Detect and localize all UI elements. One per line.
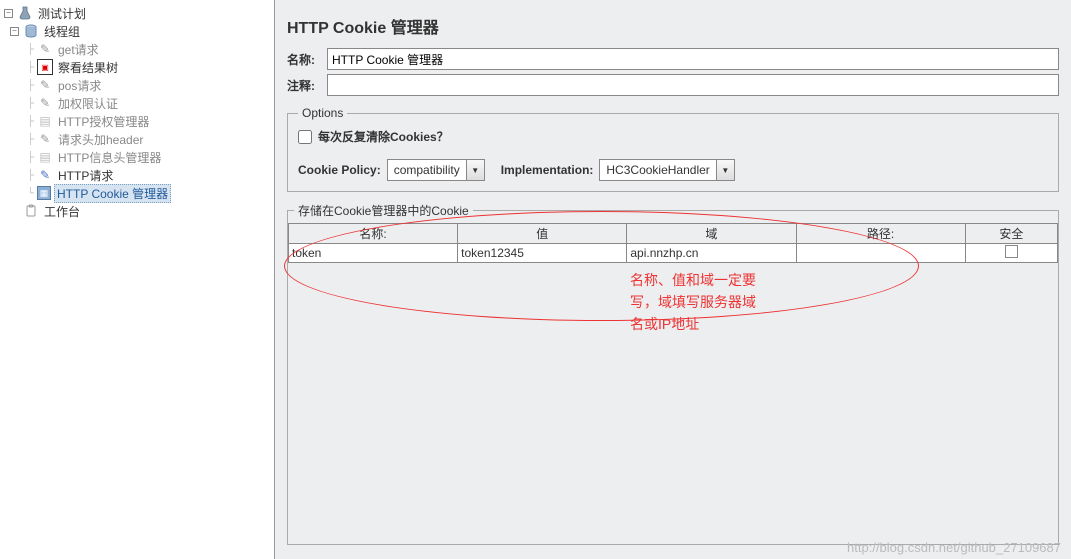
clipboard-icon — [23, 203, 39, 219]
tree-item-auth[interactable]: ├ ✎ 加权限认证 — [0, 94, 274, 112]
config-icon: ▤ — [37, 149, 53, 165]
tree-line: ├ — [24, 62, 37, 73]
tree-line: └ — [24, 188, 37, 199]
tree-line: ├ — [24, 116, 37, 127]
clear-cookies-checkbox[interactable] — [298, 130, 312, 144]
tree-item-get[interactable]: ├ ✎ get请求 — [0, 40, 274, 58]
tree-line: ├ — [24, 44, 37, 55]
eyedropper-icon: ✎ — [37, 95, 53, 111]
config-icon: ▤ — [37, 113, 53, 129]
col-value[interactable]: 值 — [458, 224, 627, 244]
tree-item-label: HTTP授权管理器 — [56, 113, 151, 130]
tree-root[interactable]: − 测试计划 — [0, 4, 274, 22]
collapse-icon[interactable]: − — [10, 27, 19, 36]
cookie-icon: ▦ — [37, 186, 51, 200]
chevron-down-icon[interactable]: ▼ — [466, 160, 484, 180]
tree-item-label: HTTP请求 — [56, 167, 115, 184]
tree-item-http-auth[interactable]: ├ ▤ HTTP授权管理器 — [0, 112, 274, 130]
tree-line: ├ — [24, 98, 37, 109]
tree-root-label: 测试计划 — [36, 5, 88, 22]
tree-line: ├ — [24, 80, 37, 91]
cell-name[interactable]: token — [289, 244, 458, 263]
cookie-policy-value: compatibility — [388, 163, 466, 177]
cell-domain[interactable]: api.nnzhp.cn — [627, 244, 796, 263]
options-fieldset: Options 每次反复清除Cookies？ Cookie Policy: co… — [287, 106, 1059, 192]
tree-thread-group[interactable]: − 线程组 — [0, 22, 274, 40]
storage-fieldset: 存储在Cookie管理器中的Cookie 名称: 值 域 路径: 安全 toke… — [287, 202, 1059, 545]
tree-item-label: get请求 — [56, 41, 101, 58]
tree-workbench-label: 工作台 — [42, 203, 82, 220]
eyedropper-icon: ✎ — [37, 77, 53, 93]
tree-item-http-request[interactable]: ├ ✎ HTTP请求 — [0, 166, 274, 184]
tree-item-label: 加权限认证 — [56, 95, 120, 112]
name-label: 名称: — [287, 51, 327, 68]
eyedropper-icon: ✎ — [37, 41, 53, 57]
cell-value[interactable]: token12345 — [458, 244, 627, 263]
panel-title: HTTP Cookie 管理器 — [287, 14, 1059, 38]
tree-line: ├ — [24, 170, 37, 181]
tree-item-cookie-mgr[interactable]: └ ▦ HTTP Cookie 管理器 — [0, 184, 274, 202]
collapse-icon[interactable]: − — [4, 9, 13, 18]
tree-item-label: HTTP Cookie 管理器 — [54, 184, 171, 203]
eyedropper-icon: ✎ — [37, 131, 53, 147]
name-input[interactable] — [327, 48, 1059, 70]
syringe-icon: ✎ — [37, 167, 53, 183]
clear-cookies-label: 每次反复清除Cookies？ — [318, 128, 449, 145]
tree-item-header-mgr[interactable]: ├ ▤ HTTP信息头管理器 — [0, 148, 274, 166]
implementation-select[interactable]: HC3CookieHandler ▼ — [599, 159, 734, 181]
tree-item-label: pos请求 — [56, 77, 103, 94]
table-header-row: 名称: 值 域 路径: 安全 — [289, 224, 1058, 244]
tree-item-results[interactable]: ├ ▣ 察看结果树 — [0, 58, 274, 76]
col-domain[interactable]: 域 — [627, 224, 796, 244]
comment-input[interactable] — [327, 74, 1059, 96]
cookie-policy-select[interactable]: compatibility ▼ — [387, 159, 485, 181]
tree-line: ├ — [24, 152, 37, 163]
safe-checkbox[interactable] — [1005, 245, 1018, 258]
comment-label: 注释: — [287, 77, 327, 94]
chevron-down-icon[interactable]: ▼ — [716, 160, 734, 180]
tree-thread-group-label: 线程组 — [42, 23, 82, 40]
results-tree-icon: ▣ — [37, 59, 53, 75]
tree-panel: − 测试计划 − 线程组 ├ ✎ get请求 ├ ▣ 察看结果树 ├ ✎ pos… — [0, 0, 275, 559]
cell-safe[interactable] — [965, 244, 1057, 263]
implementation-value: HC3CookieHandler — [600, 163, 715, 177]
implementation-label: Implementation: — [501, 163, 594, 177]
cookie-table[interactable]: 名称: 值 域 路径: 安全 token token12345 api.nnzh… — [288, 223, 1058, 263]
col-safe[interactable]: 安全 — [965, 224, 1057, 244]
storage-legend: 存储在Cookie管理器中的Cookie — [294, 202, 473, 219]
annotation-text: 名称、值和域一定要 写，域填写服务器域 名或IP地址 — [630, 269, 756, 335]
tree-workbench[interactable]: 工作台 — [0, 202, 274, 220]
tree-item-label: HTTP信息头管理器 — [56, 149, 163, 166]
table-row[interactable]: token token12345 api.nnzhp.cn — [289, 244, 1058, 263]
tree-line: ├ — [24, 134, 37, 145]
tree-item-header[interactable]: ├ ✎ 请求头加header — [0, 130, 274, 148]
options-legend: Options — [298, 106, 347, 120]
tree-item-label: 请求头加header — [56, 131, 145, 148]
content-panel: HTTP Cookie 管理器 名称: 注释: Options 每次反复清除Co… — [275, 0, 1071, 559]
spool-icon — [23, 23, 39, 39]
flask-icon — [17, 5, 33, 21]
col-name[interactable]: 名称: — [289, 224, 458, 244]
tree-item-pos[interactable]: ├ ✎ pos请求 — [0, 76, 274, 94]
col-path[interactable]: 路径: — [796, 224, 965, 244]
watermark: http://blog.csdn.net/github_27109687 — [847, 540, 1061, 555]
cookie-policy-label: Cookie Policy: — [298, 163, 381, 177]
cell-path[interactable] — [796, 244, 965, 263]
tree-item-label: 察看结果树 — [56, 59, 120, 76]
